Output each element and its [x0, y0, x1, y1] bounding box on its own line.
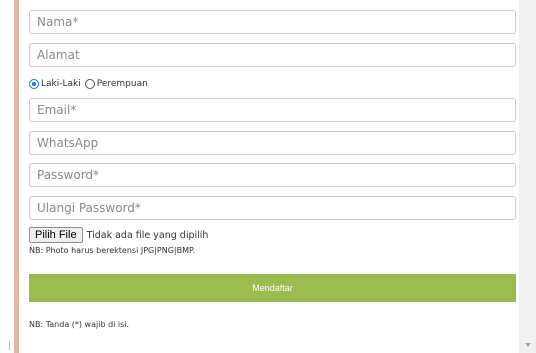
email-input[interactable] — [30, 99, 514, 121]
name-input[interactable] — [30, 11, 514, 33]
file-status-text: Tidak ada file yang dipilih — [86, 229, 209, 241]
email-field-wrapper — [29, 98, 516, 122]
password-input[interactable] — [30, 164, 514, 186]
radio-male-label[interactable]: Laki-Laki — [41, 79, 81, 89]
vertical-scrollbar[interactable] — [519, 0, 536, 353]
address-field-wrapper — [29, 43, 516, 67]
confirm-password-field-wrapper — [29, 196, 516, 220]
name-field-wrapper — [29, 10, 516, 34]
whatsapp-field-wrapper — [29, 131, 516, 155]
whatsapp-input[interactable] — [30, 132, 514, 154]
radio-female[interactable] — [84, 79, 95, 89]
radio-male[interactable] — [29, 79, 39, 89]
radio-female-label[interactable]: Perempuan — [97, 79, 148, 89]
file-upload-row: Pilih File Tidak ada file yang dipilih — [29, 227, 208, 243]
confirm-password-input[interactable] — [30, 197, 514, 219]
choose-file-button[interactable]: Pilih File — [29, 227, 83, 243]
required-fields-note: NB: Tanda (*) wajib di isi. — [29, 320, 130, 329]
register-button[interactable]: Mendaftar — [29, 274, 516, 302]
address-input[interactable] — [30, 44, 514, 66]
left-edge-mark — [9, 341, 10, 350]
gender-radio-group: Laki-Laki Perempuan — [29, 77, 152, 91]
left-accent-bar — [14, 0, 19, 353]
photo-format-note: NB: Photo harus berektensi JPG|PNG|BMP. — [29, 246, 196, 255]
password-field-wrapper — [29, 163, 516, 187]
scroll-down-arrow-icon[interactable] — [525, 343, 531, 347]
